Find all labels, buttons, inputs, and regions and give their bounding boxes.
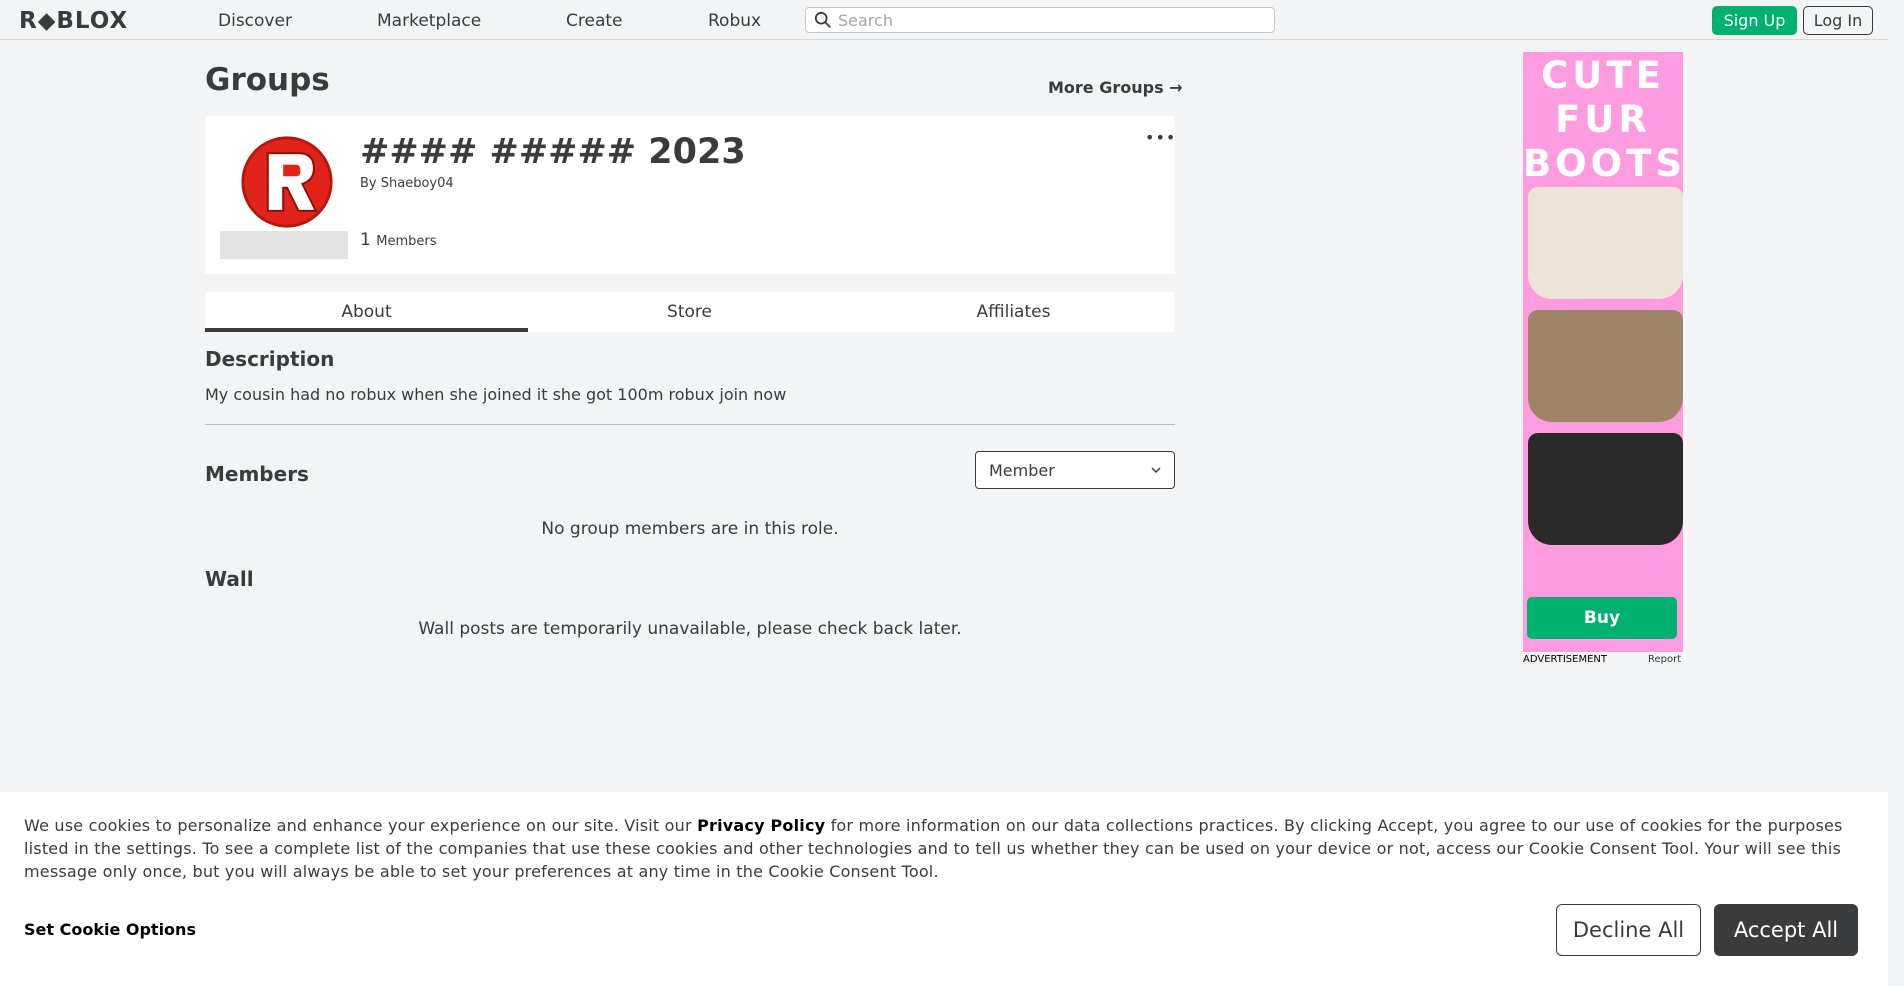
member-count-value: 1 bbox=[360, 230, 371, 250]
divider bbox=[205, 424, 1175, 425]
tab-store[interactable]: Store bbox=[528, 292, 851, 332]
ad-headline-line: BOOTS bbox=[1523, 142, 1683, 185]
group-owner: By Shaeboy04 bbox=[360, 176, 454, 191]
member-count-label: Members bbox=[376, 234, 437, 249]
more-options-icon[interactable]: ••• bbox=[1145, 130, 1176, 146]
page-title: Groups bbox=[205, 62, 330, 98]
ad-label: ADVERTISEMENT bbox=[1523, 654, 1608, 665]
ad-buy-button[interactable]: Buy bbox=[1527, 597, 1677, 639]
owner-link[interactable]: Shaeboy04 bbox=[381, 176, 454, 191]
advertisement[interactable]: CUTE FUR BOOTS Buy bbox=[1523, 52, 1683, 652]
cookie-banner: We use cookies to personalize and enhanc… bbox=[0, 792, 1888, 986]
nav-link-marketplace[interactable]: Marketplace bbox=[377, 11, 481, 31]
ad-headline-line: FUR bbox=[1555, 98, 1651, 141]
nav-link-robux[interactable]: Robux bbox=[708, 11, 761, 31]
accept-all-button[interactable]: Accept All bbox=[1714, 904, 1858, 956]
roblox-emblem-icon bbox=[241, 136, 333, 228]
ad-report-link[interactable]: Report bbox=[1648, 654, 1681, 665]
tab-about[interactable]: About bbox=[205, 292, 528, 332]
tab-affiliates[interactable]: Affiliates bbox=[852, 292, 1175, 332]
role-select[interactable]: Member bbox=[975, 451, 1175, 489]
search-box[interactable] bbox=[805, 7, 1275, 33]
group-tabs: About Store Affiliates bbox=[205, 292, 1175, 332]
cookie-text-part: We use cookies to personalize and enhanc… bbox=[24, 816, 698, 835]
privacy-policy-link[interactable]: Privacy Policy bbox=[697, 816, 825, 835]
description-heading: Description bbox=[205, 347, 335, 371]
nav-link-discover[interactable]: Discover bbox=[218, 11, 292, 31]
set-cookie-options-link[interactable]: Set Cookie Options bbox=[24, 920, 196, 939]
nav-link-create[interactable]: Create bbox=[566, 11, 623, 31]
boot-image-brown bbox=[1528, 310, 1683, 422]
top-navigation: R◆BLOX Discover Marketplace Create Robux… bbox=[0, 0, 1888, 40]
search-input[interactable] bbox=[838, 10, 1268, 30]
boot-image-black bbox=[1528, 433, 1683, 545]
ad-headline: CUTE FUR BOOTS bbox=[1523, 54, 1683, 186]
search-icon bbox=[814, 11, 831, 28]
decline-all-button[interactable]: Decline All bbox=[1556, 904, 1701, 956]
boot-image-cream bbox=[1528, 187, 1683, 299]
owner-prefix: By bbox=[360, 176, 377, 191]
wall-empty-message: Wall posts are temporarily unavailable, … bbox=[418, 619, 962, 639]
wall-heading: Wall bbox=[205, 567, 254, 591]
role-select-value: Member bbox=[989, 461, 1055, 480]
group-name: #### ##### 2023 bbox=[360, 132, 746, 172]
members-heading: Members bbox=[205, 462, 309, 486]
sign-up-button[interactable]: Sign Up bbox=[1712, 6, 1797, 35]
ad-headline-line: CUTE bbox=[1541, 54, 1665, 97]
log-in-button[interactable]: Log In bbox=[1803, 6, 1873, 35]
group-header-card: #### ##### 2023 By Shaeboy04 1 Members •… bbox=[205, 116, 1175, 274]
group-emblem bbox=[220, 131, 348, 259]
description-text: My cousin had no robux when she joined i… bbox=[205, 385, 787, 404]
roblox-logo[interactable]: R◆BLOX bbox=[19, 8, 128, 34]
members-empty-message: No group members are in this role. bbox=[541, 519, 839, 539]
more-groups-link[interactable]: More Groups → bbox=[1048, 78, 1183, 97]
chevron-down-icon bbox=[1151, 467, 1161, 474]
member-count: 1 Members bbox=[360, 230, 436, 250]
cookie-text: We use cookies to personalize and enhanc… bbox=[24, 814, 1864, 883]
